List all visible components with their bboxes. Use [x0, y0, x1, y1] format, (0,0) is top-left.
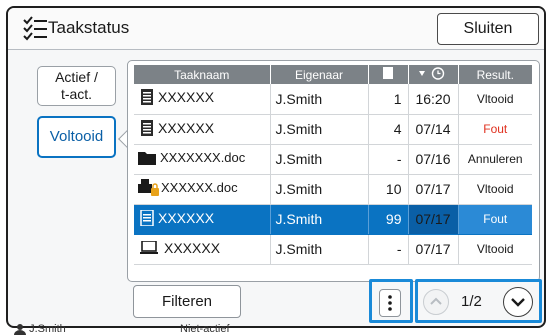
job-time: 16:20 — [408, 84, 459, 115]
clock-sort-icon — [419, 66, 445, 80]
table-row-selected[interactable]: XXXXXX J.Smith 99 07/17 Fout — [134, 204, 532, 235]
table-row[interactable]: XXXXXXX.doc J.Smith - 07/16 Annuleren — [134, 144, 532, 175]
job-owner: J.Smith — [270, 144, 369, 175]
job-pages: - — [368, 234, 409, 265]
dialog-title: Taakstatus — [48, 18, 130, 37]
status-state: Niet-actief — [180, 323, 230, 335]
pager: 1/2 — [415, 283, 535, 319]
job-name: XXXXXXX.doc — [160, 150, 246, 166]
job-time: 07/16 — [408, 144, 459, 175]
document-icon — [383, 67, 393, 79]
job-pages: - — [368, 144, 409, 175]
table-row[interactable]: XXXXXX J.Smith - 07/17 Vltooid — [134, 234, 532, 265]
job-pages: 10 — [368, 174, 409, 205]
page-indicator: 1/2 — [461, 293, 482, 310]
job-result: Vltooid — [458, 174, 532, 205]
column-header-owner[interactable]: Eigenaar — [270, 65, 369, 84]
status-user-name: J.Smith — [29, 323, 66, 335]
column-header-time[interactable] — [408, 65, 459, 84]
job-time: 07/17 — [408, 174, 459, 205]
job-table-panel: Taaknaam Eigenaar Result. XXXXXX J.Smith… — [127, 60, 540, 282]
tab-active-jobs-label-1: Actief / — [55, 69, 98, 85]
print-document-icon — [141, 89, 153, 106]
job-owner: J.Smith — [270, 234, 369, 265]
job-owner: J.Smith — [270, 114, 369, 145]
table-header-row: Taaknaam Eigenaar Result. — [134, 65, 532, 84]
job-owner: J.Smith — [270, 84, 369, 115]
job-time: 07/17 — [408, 204, 459, 235]
job-name: XXXXXX — [158, 119, 215, 136]
tab-active-jobs-label-2: t-act. — [60, 86, 93, 102]
job-result: Annuleren — [458, 144, 532, 175]
table-row[interactable]: XXXXXX J.Smith 4 07/14 Fout — [134, 114, 532, 145]
job-list-icon — [23, 16, 47, 41]
close-button[interactable]: Sluiten — [437, 13, 539, 45]
job-time: 07/14 — [408, 114, 459, 145]
tab-completed[interactable]: Voltooid — [37, 116, 116, 158]
table-row[interactable]: XXXXXX.doc J.Smith 10 07/17 Vltooid — [134, 174, 532, 205]
page-down-button[interactable] — [503, 287, 533, 317]
status-user: J.Smith — [14, 323, 66, 336]
column-header-result[interactable]: Result. — [458, 65, 532, 84]
vertical-dots-icon — [388, 295, 392, 311]
column-header-pages[interactable] — [368, 65, 409, 84]
locked-print-icon — [138, 178, 159, 196]
chevron-down-icon — [511, 298, 525, 307]
job-name: XXXXXX — [158, 209, 215, 226]
job-status-dialog: Taakstatus Sluiten Actief / t-act. Volto… — [6, 6, 546, 328]
chevron-up-icon — [430, 297, 442, 305]
job-result: Fout — [458, 114, 532, 145]
page-up-button[interactable] — [423, 289, 449, 315]
tab-active-jobs[interactable]: Actief / t-act. — [37, 66, 116, 106]
more-options-button[interactable] — [379, 289, 401, 317]
job-name: XXXXXX — [164, 240, 221, 256]
job-name: XXXXXX.doc — [161, 180, 238, 195]
title-bar: Taakstatus Sluiten — [8, 8, 544, 50]
job-result: Vltooid — [458, 234, 532, 265]
job-name: XXXXXX — [158, 89, 215, 106]
job-pages: 4 — [368, 114, 409, 145]
job-table: Taaknaam Eigenaar Result. XXXXXX J.Smith… — [134, 65, 532, 265]
tab-completed-label: Voltooid — [49, 128, 104, 145]
user-icon — [14, 324, 26, 336]
job-result: Vltooid — [458, 84, 532, 115]
print-document-icon — [141, 119, 153, 136]
computer-icon — [140, 241, 158, 254]
folder-icon — [138, 151, 156, 165]
job-pages: 99 — [368, 204, 409, 235]
job-owner: J.Smith — [270, 204, 369, 235]
column-header-job-name[interactable]: Taaknaam — [134, 65, 271, 84]
print-document-icon — [140, 209, 154, 226]
job-result: Fout — [458, 204, 532, 235]
job-pages: 1 — [368, 84, 409, 115]
job-time: 07/17 — [408, 234, 459, 265]
table-row[interactable]: XXXXXX J.Smith 1 16:20 Vltooid — [134, 84, 532, 115]
job-owner: J.Smith — [270, 174, 369, 205]
filter-button[interactable]: Filteren — [133, 285, 241, 318]
